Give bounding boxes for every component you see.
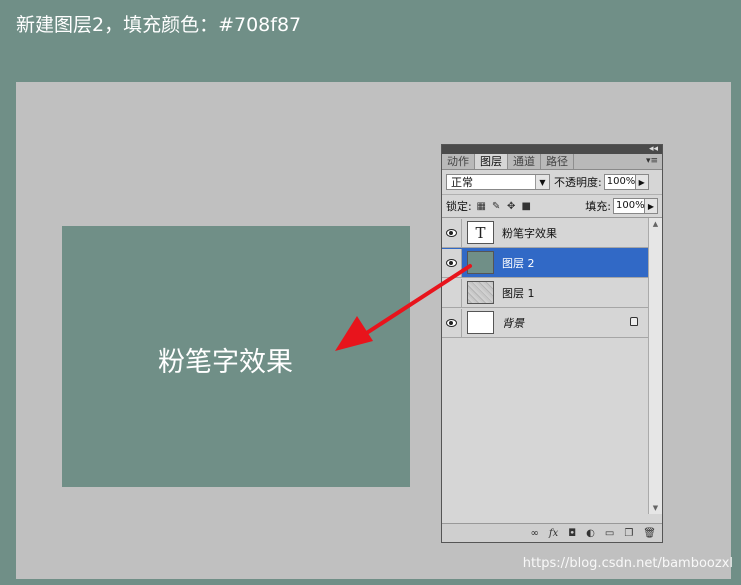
instruction-text: 新建图层2，填充颜色：#708f87: [16, 14, 302, 36]
lock-icon: [630, 317, 638, 326]
watermark: https://blog.csdn.net/bamboozxl: [522, 556, 733, 571]
collapse-icon[interactable]: ◂◂: [649, 144, 658, 154]
layer-name: 粉笔字效果: [502, 226, 557, 240]
color-swatch: 粉笔字效果: [62, 226, 410, 487]
adjustment-layer-icon[interactable]: ◐: [586, 528, 595, 539]
layer-name: 图层 2: [502, 256, 535, 270]
opacity-label: 不透明度:: [554, 176, 602, 189]
swatch-text: 粉笔字效果: [158, 347, 293, 378]
layer-thumb: [467, 311, 494, 334]
new-group-icon[interactable]: ▭: [605, 528, 614, 539]
blend-mode-value: 正常: [451, 176, 473, 189]
eye-icon: [446, 318, 457, 327]
panel-bottom-bar: ∞ fx ◘ ◐ ▭ ❐ 🗑: [442, 523, 662, 542]
layer-name: 背景: [502, 316, 524, 330]
new-layer-icon[interactable]: ❐: [624, 528, 633, 539]
link-layers-icon[interactable]: ∞: [531, 528, 539, 539]
lock-transparent-icon[interactable]: ▦: [476, 201, 487, 212]
delete-layer-icon[interactable]: 🗑: [643, 528, 656, 539]
lock-all-icon[interactable]: ■: [521, 201, 532, 212]
layer-thumb: [467, 281, 494, 304]
visibility-toggle[interactable]: [442, 308, 462, 337]
lock-brush-icon[interactable]: ✎: [491, 201, 502, 212]
layers-scrollbar[interactable]: ▲ ▼: [648, 218, 662, 514]
opacity-arrow-icon[interactable]: ▶: [635, 174, 649, 190]
layer-name: 图层 1: [502, 286, 535, 300]
add-mask-icon[interactable]: ◘: [568, 528, 576, 539]
lock-label: 锁定:: [446, 200, 472, 213]
layer-row-2[interactable]: 图层 2: [442, 248, 648, 278]
layer-row-background[interactable]: 背景: [442, 308, 648, 338]
layers-panel: ◂◂ 动作 图层 通道 路径 ▾≡ 正常 ▼ 不透明度: 100% ▶ 锁定: …: [441, 144, 663, 543]
scroll-up-icon[interactable]: ▲: [649, 218, 662, 230]
layer-row-1[interactable]: 图层 1: [442, 278, 648, 308]
text-layer-thumb: T: [467, 221, 494, 244]
blend-mode-select[interactable]: 正常 ▼: [446, 174, 550, 190]
tab-channels[interactable]: 通道: [508, 154, 541, 169]
tab-actions[interactable]: 动作: [442, 154, 475, 169]
blend-row: 正常 ▼ 不透明度: 100% ▶: [442, 170, 662, 195]
tab-paths[interactable]: 路径: [541, 154, 574, 169]
chevron-down-icon: ▼: [535, 175, 549, 189]
visibility-toggle[interactable]: [442, 218, 462, 247]
eye-icon: [446, 228, 457, 237]
layers-list-area: T 粉笔字效果 图层 2 图层 1 背景 ▲ ▼: [442, 218, 662, 514]
lock-move-icon[interactable]: ✥: [506, 201, 517, 212]
panel-tabs: 动作 图层 通道 路径 ▾≡: [442, 154, 662, 170]
panel-menu-icon[interactable]: ▾≡: [646, 154, 658, 169]
visibility-toggle[interactable]: [442, 278, 462, 307]
tab-layers[interactable]: 图层: [475, 154, 508, 169]
eye-icon: [446, 258, 457, 267]
opacity-field[interactable]: 100%: [603, 174, 636, 190]
scroll-down-icon[interactable]: ▼: [649, 502, 662, 514]
panel-titlebar: ◂◂: [442, 144, 662, 154]
fx-icon[interactable]: fx: [549, 528, 558, 539]
layer-thumb: [467, 251, 494, 274]
layer-row-text[interactable]: T 粉笔字效果: [442, 218, 648, 248]
lock-row: 锁定: ▦ ✎ ✥ ■ 填充: 100% ▶: [442, 195, 662, 218]
fill-label: 填充:: [585, 200, 611, 213]
visibility-toggle[interactable]: [442, 248, 462, 277]
fill-arrow-icon[interactable]: ▶: [645, 198, 658, 214]
layer-list: T 粉笔字效果 图层 2 图层 1 背景: [442, 218, 648, 338]
fill-field[interactable]: 100%: [613, 198, 645, 214]
